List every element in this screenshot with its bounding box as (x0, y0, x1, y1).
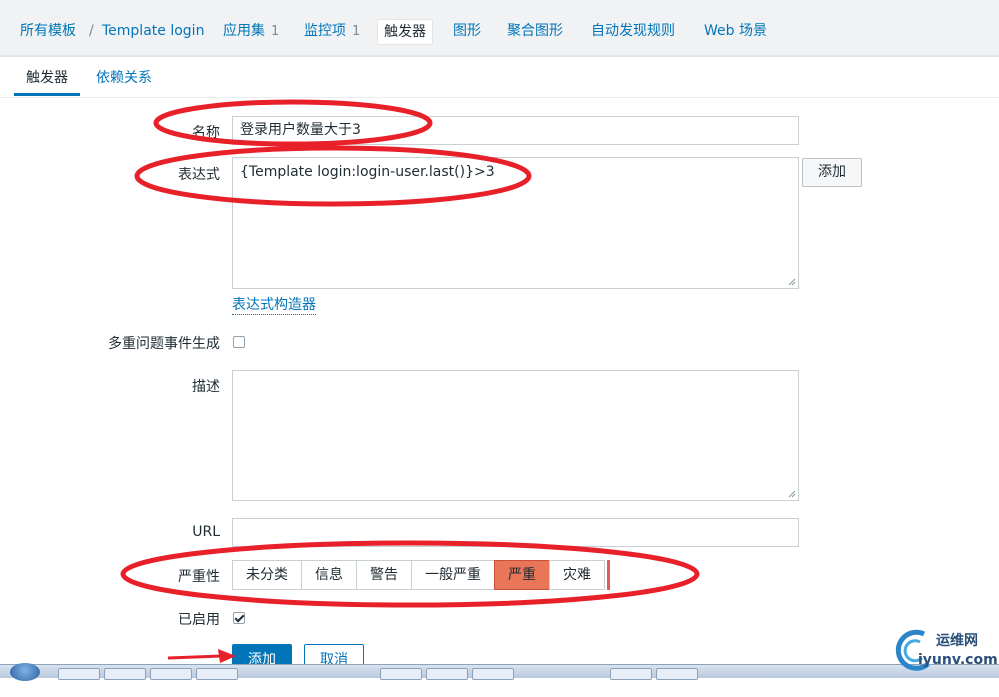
severity-not-classified[interactable]: 未分类 (232, 560, 302, 590)
taskbar-button[interactable] (426, 668, 468, 680)
nav-screens[interactable]: 聚合图形 (507, 18, 563, 44)
severity-warning[interactable]: 警告 (356, 560, 412, 590)
name-input[interactable]: 登录用户数量大于3 (232, 116, 799, 145)
multiple-events-label: 多重问题事件生成 (108, 336, 220, 352)
resize-handle-icon[interactable] (788, 278, 796, 286)
tab-dependencies[interactable]: 依赖关系 (96, 67, 152, 93)
breadcrumb-separator: / (89, 23, 94, 39)
breadcrumb-all-templates[interactable]: 所有模板 (20, 18, 76, 44)
trigger-form-panel: 触发器 依赖关系 名称 登录用户数量大于3 表达式 {Template logi… (0, 56, 999, 697)
expression-constructor-link[interactable]: 表达式构造器 (232, 296, 316, 315)
taskbar-button[interactable] (656, 668, 698, 680)
nav-items[interactable]: 监控项 1 (304, 18, 360, 44)
taskbar-button[interactable] (58, 668, 100, 680)
description-label: 描述 (192, 379, 220, 395)
severity-selector: 未分类 信息 警告 一般严重 严重 灾难 (232, 560, 610, 590)
os-taskbar (0, 663, 999, 681)
taskbar-button[interactable] (150, 668, 192, 680)
form-tabs: 触发器 依赖关系 (0, 57, 999, 98)
severity-information[interactable]: 信息 (301, 560, 357, 590)
nav-graphs[interactable]: 图形 (453, 18, 481, 44)
nav-applications-label: 应用集 (223, 23, 265, 39)
description-textarea[interactable] (232, 370, 799, 501)
watermark: 运维网 iyunv.com (888, 626, 998, 674)
severity-average[interactable]: 一般严重 (411, 560, 495, 590)
taskbar-button[interactable] (610, 668, 652, 680)
nav-items-label: 监控项 (304, 23, 346, 39)
breadcrumb-template-name[interactable]: Template login (102, 18, 204, 44)
taskbar-button[interactable] (196, 668, 238, 680)
nav-applications[interactable]: 应用集 1 (223, 18, 279, 44)
tab-trigger[interactable]: 触发器 (14, 67, 80, 96)
taskbar-button[interactable] (380, 668, 422, 680)
severity-high[interactable]: 严重 (494, 560, 550, 590)
taskbar-button[interactable] (472, 668, 514, 680)
disaster-color-marker (607, 560, 610, 590)
severity-disaster[interactable]: 灾难 (549, 560, 605, 590)
resize-handle-icon[interactable] (788, 490, 796, 498)
nav-triggers[interactable]: 触发器 (377, 19, 433, 45)
add-expression-button[interactable]: 添加 (802, 158, 862, 187)
expression-textarea[interactable]: {Template login:login-user.last()}>3 (232, 157, 799, 289)
url-input[interactable] (232, 518, 799, 547)
enabled-checkbox[interactable] (233, 612, 245, 624)
taskbar-button[interactable] (104, 668, 146, 680)
watermark-name: 运维网 (936, 633, 978, 649)
watermark-url: iyunv.com (918, 652, 998, 668)
nav-items-count: 1 (352, 24, 361, 39)
template-navbar: 所有模板 / Template login 应用集 1 监控项 1 触发器 图形 聚… (0, 0, 999, 56)
start-orb-icon[interactable] (10, 663, 40, 681)
nav-applications-count: 1 (271, 24, 280, 39)
nav-web-scenarios[interactable]: Web 场景 (704, 18, 767, 44)
multiple-events-checkbox[interactable] (233, 336, 245, 348)
severity-label: 严重性 (178, 569, 220, 585)
expression-label: 表达式 (178, 167, 220, 183)
nav-discovery-rules[interactable]: 自动发现规则 (591, 18, 675, 44)
url-label: URL (192, 524, 220, 540)
expression-value: {Template login:login-user.last()}>3 (240, 164, 495, 180)
enabled-label: 已启用 (178, 612, 220, 628)
name-label: 名称 (192, 125, 220, 141)
